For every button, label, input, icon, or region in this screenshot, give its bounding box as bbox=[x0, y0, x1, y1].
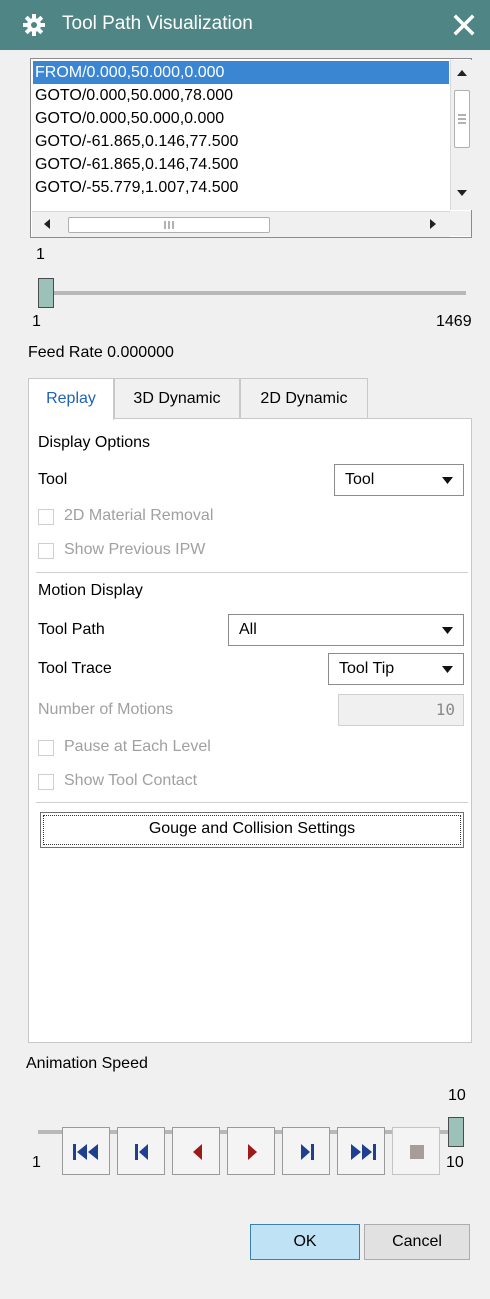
chevron-down-icon bbox=[442, 666, 453, 673]
step-forward-button[interactable] bbox=[282, 1127, 330, 1175]
section-divider bbox=[36, 572, 468, 573]
path-list-item[interactable]: GOTO/0.000,50.000,0.000 bbox=[33, 107, 449, 130]
gear-icon bbox=[23, 14, 45, 36]
ok-button[interactable]: OK bbox=[250, 1224, 360, 1260]
stop-icon bbox=[410, 1145, 424, 1159]
tool-trace-dropdown-value: Tool Tip bbox=[339, 660, 395, 677]
fast-forward-to-end-button[interactable] bbox=[337, 1127, 385, 1175]
play-forward-button[interactable] bbox=[227, 1127, 275, 1175]
play-forward-icon bbox=[248, 1144, 257, 1160]
close-icon[interactable] bbox=[450, 11, 478, 39]
animation-speed-max: 10 bbox=[446, 1154, 464, 1171]
path-list-item[interactable]: GOTO/-61.865,0.146,77.500 bbox=[33, 130, 449, 153]
chevron-down-icon bbox=[442, 627, 453, 634]
tool-trace-dropdown[interactable]: Tool Tip bbox=[328, 653, 464, 685]
show-previous-ipw-checkbox[interactable] bbox=[38, 543, 54, 559]
step-forward-icon bbox=[301, 1144, 314, 1160]
show-tool-contact-checkbox[interactable] bbox=[38, 774, 54, 790]
tool-dropdown-value: Tool bbox=[345, 471, 375, 488]
motion-slider-min: 1 bbox=[32, 313, 41, 330]
path-list-item[interactable]: GOTO/-55.779,1.007,74.500 bbox=[33, 176, 449, 199]
animation-speed-thumb[interactable] bbox=[448, 1117, 464, 1147]
motion-slider-thumb[interactable] bbox=[38, 278, 54, 308]
scroll-left-icon[interactable] bbox=[42, 219, 50, 229]
motion-slider-track[interactable] bbox=[46, 291, 466, 295]
cancel-button[interactable]: Cancel bbox=[364, 1224, 470, 1260]
show-previous-ipw-label: Show Previous IPW bbox=[64, 541, 206, 558]
number-of-motions-field[interactable]: 10 bbox=[338, 694, 464, 726]
step-back-icon bbox=[135, 1144, 148, 1160]
animation-speed-current: 10 bbox=[448, 1087, 466, 1104]
vertical-scroll-thumb[interactable] bbox=[454, 90, 470, 148]
window-title: Tool Path Visualization bbox=[62, 13, 253, 34]
motion-display-heading: Motion Display bbox=[38, 582, 143, 599]
tool-path-dropdown[interactable]: All bbox=[228, 614, 464, 646]
scroll-up-icon[interactable] bbox=[457, 68, 467, 76]
number-of-motions-label: Number of Motions bbox=[38, 701, 174, 718]
pause-each-level-label: Pause at Each Level bbox=[64, 738, 211, 755]
title-bar: Tool Path Visualization bbox=[0, 0, 490, 50]
focus-outline bbox=[43, 815, 461, 845]
tool-path-list[interactable]: FROM/0.000,50.000,0.000 GOTO/0.000,50.000… bbox=[30, 58, 472, 238]
scroll-corner bbox=[450, 211, 471, 236]
tool-label: Tool bbox=[38, 471, 68, 488]
grip-icon bbox=[164, 221, 174, 229]
scroll-down-icon[interactable] bbox=[457, 190, 467, 198]
grip-icon bbox=[458, 114, 466, 124]
horizontal-scroll-thumb[interactable] bbox=[68, 217, 270, 233]
vertical-scrollbar[interactable] bbox=[450, 60, 472, 210]
horizontal-scrollbar[interactable] bbox=[32, 211, 450, 237]
rewind-to-start-icon bbox=[73, 1144, 98, 1160]
animation-speed-label: Animation Speed bbox=[26, 1055, 148, 1072]
path-list-item[interactable]: GOTO/-61.865,0.146,74.500 bbox=[33, 153, 449, 176]
display-options-heading: Display Options bbox=[38, 434, 151, 451]
rewind-to-start-button[interactable] bbox=[62, 1127, 110, 1175]
show-tool-contact-label: Show Tool Contact bbox=[64, 772, 198, 789]
motion-slider-current: 1 bbox=[36, 246, 45, 263]
chevron-down-icon bbox=[442, 477, 453, 484]
gouge-collision-settings-button[interactable]: Gouge and Collision Settings bbox=[40, 812, 464, 848]
tool-dropdown[interactable]: Tool bbox=[334, 464, 464, 496]
animation-speed-min: 1 bbox=[32, 1154, 41, 1171]
tool-trace-label: Tool Trace bbox=[38, 660, 112, 677]
path-list-item[interactable]: GOTO/0.000,50.000,78.000 bbox=[33, 84, 449, 107]
step-back-button[interactable] bbox=[117, 1127, 165, 1175]
tab-3d-dynamic[interactable]: 3D Dynamic bbox=[114, 378, 240, 418]
motion-slider-max: 1469 bbox=[436, 313, 472, 330]
tab-replay[interactable]: Replay bbox=[28, 378, 114, 420]
tool-path-dropdown-value: All bbox=[239, 621, 257, 638]
tool-path-label: Tool Path bbox=[38, 621, 105, 638]
fast-forward-to-end-icon bbox=[351, 1144, 376, 1160]
section-divider bbox=[36, 802, 468, 803]
play-reverse-button[interactable] bbox=[172, 1127, 220, 1175]
material-removal-label: 2D Material Removal bbox=[64, 507, 214, 524]
feed-rate: Feed Rate 0.000000 bbox=[28, 344, 174, 361]
play-reverse-icon bbox=[193, 1144, 202, 1160]
stop-button[interactable] bbox=[392, 1127, 440, 1175]
path-list-item[interactable]: FROM/0.000,50.000,0.000 bbox=[33, 61, 449, 84]
scroll-right-icon[interactable] bbox=[430, 219, 438, 229]
tab-2d-dynamic[interactable]: 2D Dynamic bbox=[240, 378, 368, 418]
pause-each-level-checkbox[interactable] bbox=[38, 740, 54, 756]
material-removal-checkbox[interactable] bbox=[38, 509, 54, 525]
tool-path-lines: FROM/0.000,50.000,0.000 GOTO/0.000,50.000… bbox=[33, 61, 449, 199]
